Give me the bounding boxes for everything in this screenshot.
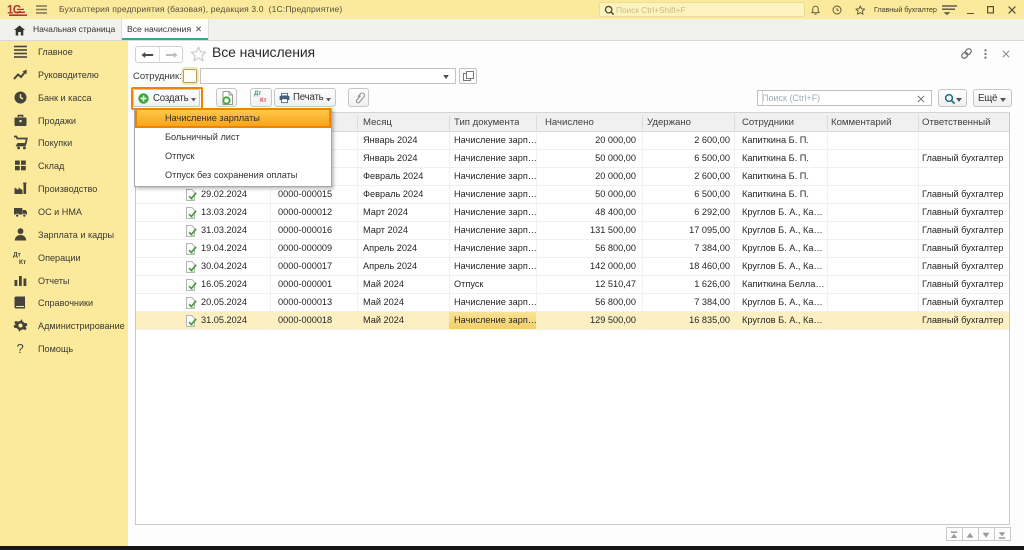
svg-text:С: С: [13, 5, 21, 17]
svg-text:Дт: Дт: [13, 252, 21, 259]
svg-text:Кт: Кт: [19, 259, 26, 265]
svg-text:?: ?: [17, 341, 24, 356]
